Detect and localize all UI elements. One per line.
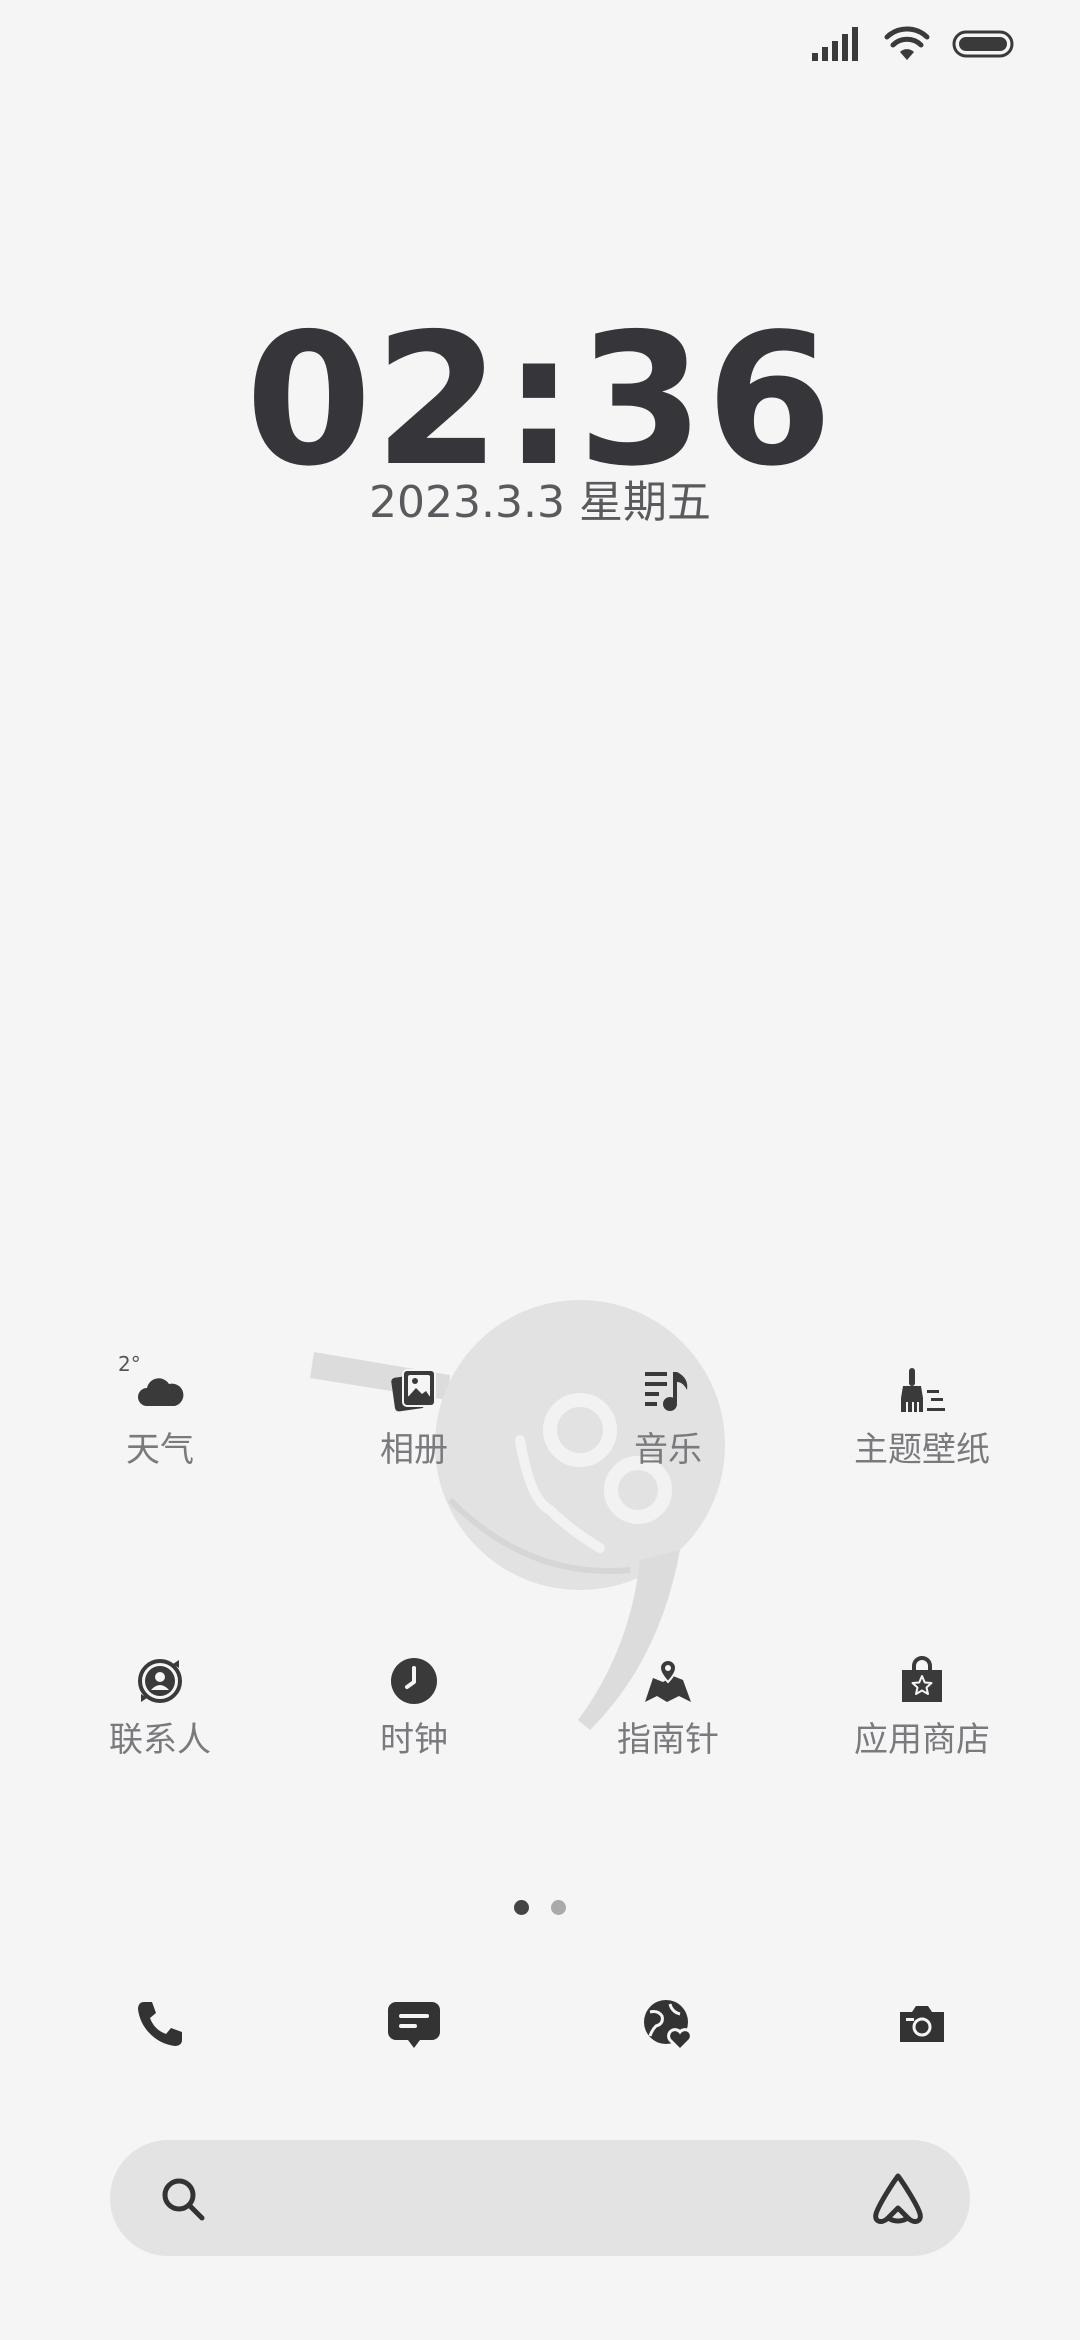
app-contacts[interactable]: 联系人 xyxy=(30,1656,290,1826)
app-label: 主题壁纸 xyxy=(854,1430,990,1470)
app-gallery[interactable]: 相册 xyxy=(284,1366,544,1536)
app-label: 音乐 xyxy=(634,1430,702,1470)
app-label: 联系人 xyxy=(109,1720,211,1760)
status-bar xyxy=(812,26,1014,62)
app-music[interactable]: 音乐 xyxy=(538,1366,798,1536)
clock-icon xyxy=(391,1658,437,1704)
search-bar[interactable] xyxy=(110,2140,970,2256)
theme-brush-icon xyxy=(901,1368,945,1412)
page-dot-active[interactable] xyxy=(514,1900,529,1915)
app-store[interactable]: 应用商店 xyxy=(792,1656,1052,1826)
gallery-icon xyxy=(391,1369,436,1412)
camera-icon[interactable] xyxy=(894,1996,950,2052)
phone-icon[interactable] xyxy=(132,1996,188,2052)
clock-time[interactable]: 02:36 xyxy=(0,300,1080,500)
wifi-icon xyxy=(884,26,930,60)
app-label: 应用商店 xyxy=(854,1720,990,1760)
battery-icon xyxy=(952,30,1014,58)
app-compass[interactable]: 指南针 xyxy=(538,1656,798,1826)
weather-cloud-icon xyxy=(138,1378,184,1406)
app-label: 指南针 xyxy=(617,1720,719,1760)
page-dot-inactive[interactable] xyxy=(551,1900,566,1915)
app-themes[interactable]: 主题壁纸 xyxy=(792,1366,1052,1536)
contacts-icon xyxy=(138,1659,182,1703)
app-store-bag-icon xyxy=(902,1656,942,1702)
app-weather[interactable]: 天气 xyxy=(30,1366,290,1536)
signal-icon xyxy=(812,27,858,61)
search-icon[interactable] xyxy=(158,2174,208,2224)
music-icon xyxy=(645,1372,688,1411)
assistant-icon[interactable] xyxy=(868,2170,928,2228)
clock-date: 2023.3.3 星期五 xyxy=(369,477,711,528)
app-label: 相册 xyxy=(380,1430,448,1470)
app-label: 天气 xyxy=(126,1430,194,1470)
compass-map-icon xyxy=(645,1658,691,1702)
home-screen: 02:36 2023.3.3 星期五 2° 天气 相册 音乐 主题壁纸 联系人 … xyxy=(0,0,1080,2340)
messages-icon[interactable] xyxy=(386,1996,442,2052)
app-label: 时钟 xyxy=(380,1720,448,1760)
app-clock[interactable]: 时钟 xyxy=(284,1656,544,1826)
browser-icon[interactable] xyxy=(640,1996,696,2052)
page-indicator[interactable] xyxy=(0,1900,1080,1915)
